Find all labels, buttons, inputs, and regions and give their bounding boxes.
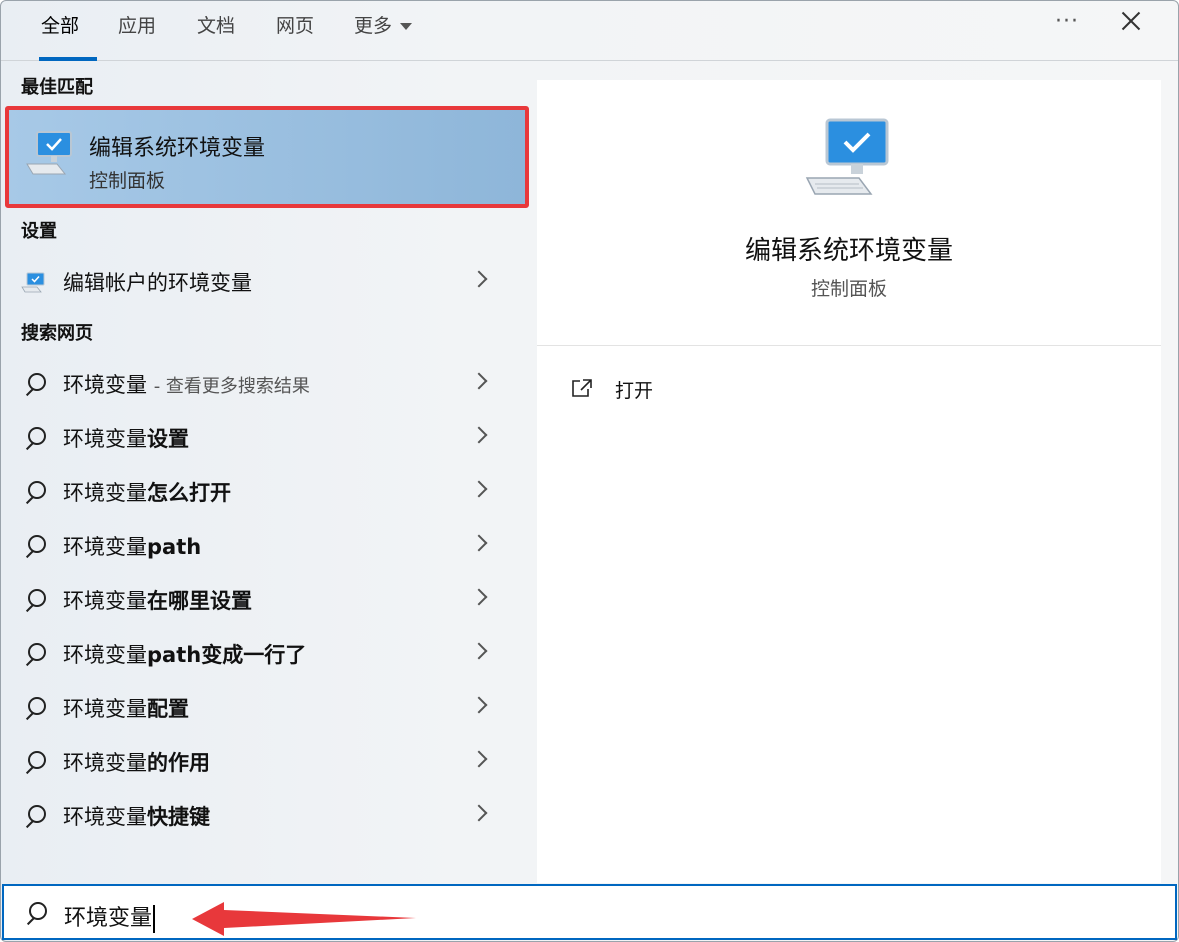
query-suffix: path变成一行了 (147, 643, 307, 667)
query-suffix: 在哪里设置 (147, 589, 252, 613)
search-icon (21, 425, 47, 451)
preview-panel: 编辑系统环境变量 控制面板 打开 (537, 80, 1161, 883)
tab-web[interactable]: 网页 (276, 9, 314, 61)
search-icon (22, 900, 48, 926)
query-text: 环境变量 (63, 643, 147, 667)
web-result-row[interactable]: 环境变量怎么打开 (1, 467, 521, 517)
chevron-right-icon (470, 588, 488, 606)
best-match-item[interactable]: 编辑系统环境变量 控制面板 (5, 106, 529, 208)
best-match-heading: 最佳匹配 (21, 77, 93, 98)
divider (537, 345, 1161, 346)
search-icon (21, 803, 47, 829)
query-text: 环境变量 (63, 427, 147, 451)
search-window: 全部 应用 文档 网页 更多 ··· 最佳匹配 编辑系统环境变量 控制面板 设置 (0, 0, 1179, 942)
chevron-right-icon (470, 372, 488, 390)
query-text: 环境变量 (63, 589, 147, 613)
search-icon (21, 695, 47, 721)
text-cursor (153, 905, 156, 933)
monitor-icon (21, 269, 47, 295)
query-text: 环境变量 (63, 805, 147, 829)
close-button[interactable] (1117, 7, 1145, 35)
query-suffix: 设置 (147, 427, 189, 451)
web-result-row[interactable]: 环境变量设置 (1, 413, 521, 463)
web-result-row[interactable]: 环境变量 - 查看更多搜索结果 (1, 359, 521, 409)
web-result-row[interactable]: 环境变量快捷键 (1, 791, 521, 841)
query-text: 环境变量 (63, 535, 147, 559)
preview-title: 编辑系统环境变量 (744, 236, 953, 266)
query-suffix: path (147, 535, 202, 559)
search-input[interactable]: 环境变量 (2, 884, 1177, 940)
search-icon (21, 371, 47, 397)
search-icon (21, 587, 47, 613)
web-search-heading: 搜索网页 (21, 323, 93, 344)
query-text: 环境变量 (63, 373, 147, 397)
query-suffix: 快捷键 (147, 805, 210, 829)
open-external-icon (571, 378, 593, 398)
web-result-row[interactable]: 环境变量path变成一行了 (1, 629, 521, 679)
search-icon (21, 479, 47, 505)
chevron-down-icon (400, 23, 413, 30)
web-result-row[interactable]: 环境变量配置 (1, 683, 521, 733)
chevron-right-icon (470, 750, 488, 768)
chevron-right-icon (470, 270, 488, 288)
tab-bar: 全部 应用 文档 网页 更多 ··· (1, 1, 1178, 61)
tab-documents[interactable]: 文档 (197, 9, 235, 61)
open-action[interactable]: 打开 (567, 372, 767, 408)
list-item-label: 编辑帐户的环境变量 (63, 271, 252, 295)
monitor-icon (25, 130, 77, 182)
settings-item-user-env-vars[interactable]: 编辑帐户的环境变量 (1, 257, 521, 307)
tab-all[interactable]: 全部 (38, 9, 98, 61)
query-text: 环境变量 (63, 697, 147, 721)
annotation-arrow-icon (192, 902, 416, 936)
query-suffix: 配置 (147, 697, 189, 721)
search-query-text: 环境变量 (64, 906, 153, 931)
web-result-row[interactable]: 环境变量path (1, 521, 521, 571)
tab-apps[interactable]: 应用 (118, 9, 156, 61)
search-icon (21, 641, 47, 667)
open-label: 打开 (615, 380, 654, 402)
query-suffix: 的作用 (147, 751, 210, 775)
web-result-row[interactable]: 环境变量在哪里设置 (1, 575, 521, 625)
chevron-right-icon (470, 642, 488, 660)
query-text: 环境变量 (63, 481, 147, 505)
preview-subtitle: 控制面板 (810, 278, 887, 300)
settings-heading: 设置 (21, 221, 57, 242)
chevron-right-icon (470, 696, 488, 714)
search-icon (21, 533, 47, 559)
result-hint: - 查看更多搜索结果 (153, 376, 310, 397)
best-match-subtitle: 控制面板 (89, 170, 166, 192)
web-result-row[interactable]: 环境变量的作用 (1, 737, 521, 787)
query-text: 环境变量 (63, 751, 147, 775)
chevron-right-icon (470, 804, 488, 822)
monitor-icon (805, 116, 893, 204)
search-icon (21, 749, 47, 775)
chevron-right-icon (470, 426, 488, 444)
query-suffix: 怎么打开 (147, 481, 231, 505)
tab-more[interactable]: 更多 (354, 9, 413, 61)
best-match-title: 编辑系统环境变量 (89, 136, 266, 161)
chevron-right-icon (470, 534, 488, 552)
more-options-button[interactable]: ··· (1055, 9, 1079, 34)
chevron-right-icon (470, 480, 488, 498)
